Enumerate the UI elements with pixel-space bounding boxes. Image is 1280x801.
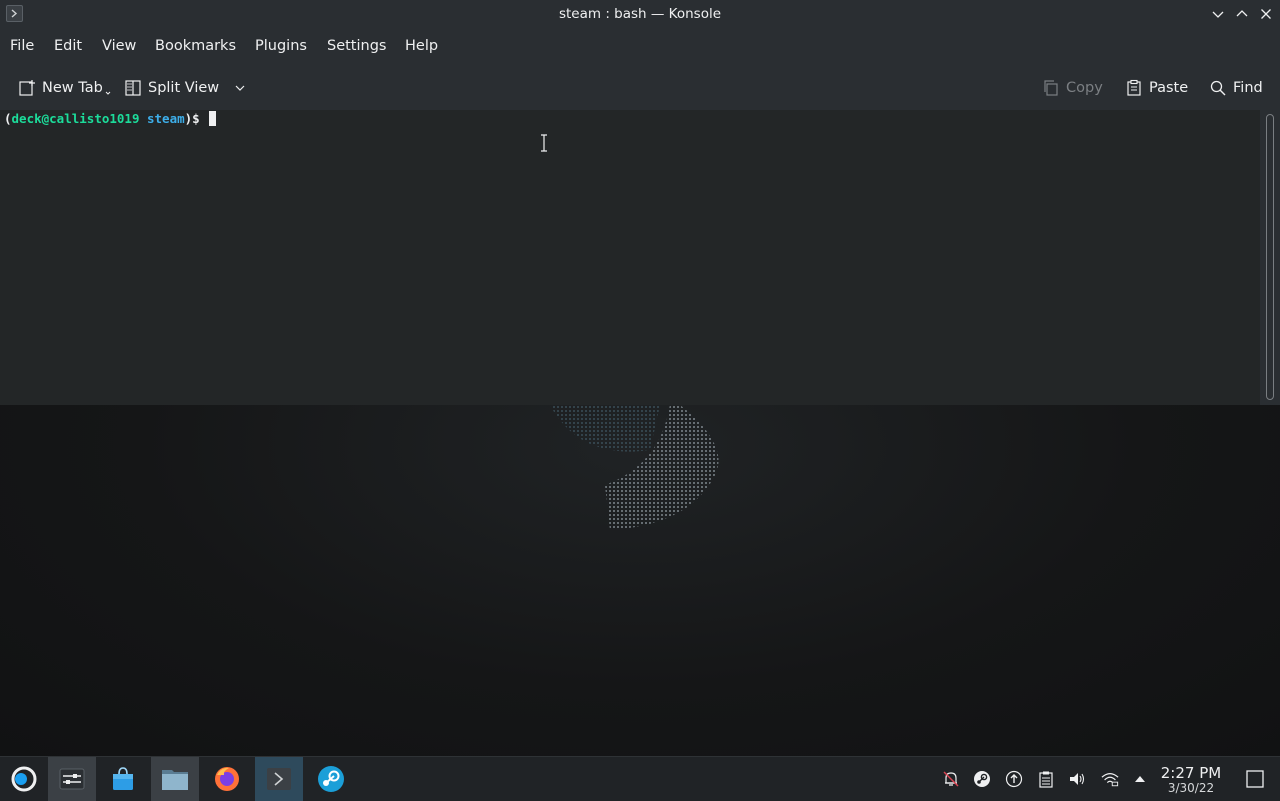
- search-icon: [1210, 80, 1226, 96]
- menu-bookmarks[interactable]: Bookmarks: [155, 38, 236, 54]
- paste-button[interactable]: Paste: [1125, 78, 1188, 98]
- scrollbar-thumb[interactable]: [1266, 114, 1274, 400]
- menu-file[interactable]: File: [10, 38, 34, 54]
- text-cursor: [209, 111, 217, 126]
- clock-date[interactable]: 3/30/22: [1160, 781, 1222, 795]
- taskbar-settings[interactable]: [48, 757, 96, 801]
- prompt-open: (: [4, 111, 12, 126]
- split-view-label: Split View: [148, 80, 220, 96]
- paste-icon: [1127, 79, 1141, 96]
- network-icon[interactable]: [1101, 770, 1119, 788]
- copy-button[interactable]: Copy: [1042, 78, 1103, 98]
- find-button[interactable]: Find: [1209, 78, 1263, 98]
- maximize-icon[interactable]: [1234, 6, 1250, 22]
- expand-tray-icon[interactable]: [1131, 770, 1149, 788]
- clipboard-icon[interactable]: [1037, 770, 1055, 788]
- clock-time[interactable]: 2:27 PM: [1160, 764, 1222, 782]
- minimize-icon[interactable]: [1210, 6, 1226, 22]
- desktop-wallpaper: [0, 405, 1280, 756]
- application-launcher-button[interactable]: [0, 757, 48, 801]
- taskbar-discover[interactable]: [99, 757, 147, 801]
- update-icon[interactable]: [1005, 770, 1023, 788]
- new-tab-label: New Tab: [42, 80, 103, 96]
- discover-store-icon: [113, 767, 133, 790]
- file-manager-icon: [162, 770, 188, 790]
- settings-icon: [59, 768, 85, 790]
- prompt-user-host: deck@callisto1019: [11, 111, 140, 126]
- menu-view[interactable]: View: [102, 38, 136, 54]
- menu-help[interactable]: Help: [405, 38, 438, 54]
- split-view-button[interactable]: Split View: [124, 78, 247, 98]
- menu-edit[interactable]: Edit: [54, 38, 82, 54]
- prompt-directory: steam: [147, 111, 185, 126]
- terminal-area[interactable]: (deck@callisto1019 steam)$: [0, 110, 1260, 405]
- mouse-ibeam-cursor-icon: [541, 134, 547, 152]
- copy-label: Copy: [1066, 80, 1103, 96]
- steam-tray-icon[interactable]: [973, 770, 991, 788]
- taskbar-konsole[interactable]: [255, 757, 303, 801]
- close-icon[interactable]: [1258, 6, 1274, 22]
- toolbar: New Tab Split View Copy Paste Find: [0, 70, 1280, 104]
- title-bar[interactable]: steam : bash — Konsole: [0, 0, 1280, 28]
- new-tab-button[interactable]: New Tab: [18, 78, 111, 98]
- steam-icon: [318, 766, 344, 792]
- menu-settings[interactable]: Settings: [327, 38, 386, 54]
- firefox-icon: [215, 767, 239, 791]
- wallpaper-dot-pattern: [550, 405, 719, 530]
- paste-label: Paste: [1149, 80, 1189, 96]
- taskbar-file-manager[interactable]: [151, 757, 199, 801]
- taskbar-firefox[interactable]: [203, 757, 251, 801]
- copy-icon: [1044, 80, 1058, 96]
- menu-plugins[interactable]: Plugins: [255, 38, 307, 54]
- prompt-close: )$: [184, 111, 200, 126]
- notifications-icon[interactable]: [942, 770, 960, 788]
- taskbar: 2:27 PM 3/30/22: [0, 756, 1280, 801]
- application-launcher-icon: [11, 766, 37, 792]
- window-title: steam : bash — Konsole: [558, 6, 722, 22]
- chevron-down-icon: [105, 91, 111, 95]
- taskbar-steam[interactable]: [307, 757, 355, 801]
- find-label: Find: [1233, 80, 1263, 96]
- show-desktop-icon[interactable]: [1245, 769, 1265, 789]
- shell-prompt: (deck@callisto1019 steam)$: [4, 111, 217, 126]
- split-view-dropdown-icon[interactable]: [233, 81, 247, 95]
- volume-icon[interactable]: [1068, 770, 1086, 788]
- split-view-icon: [125, 80, 141, 96]
- new-tab-icon: [19, 80, 35, 96]
- terminal-scrollbar[interactable]: [1260, 110, 1280, 405]
- konsole-icon: [267, 768, 291, 790]
